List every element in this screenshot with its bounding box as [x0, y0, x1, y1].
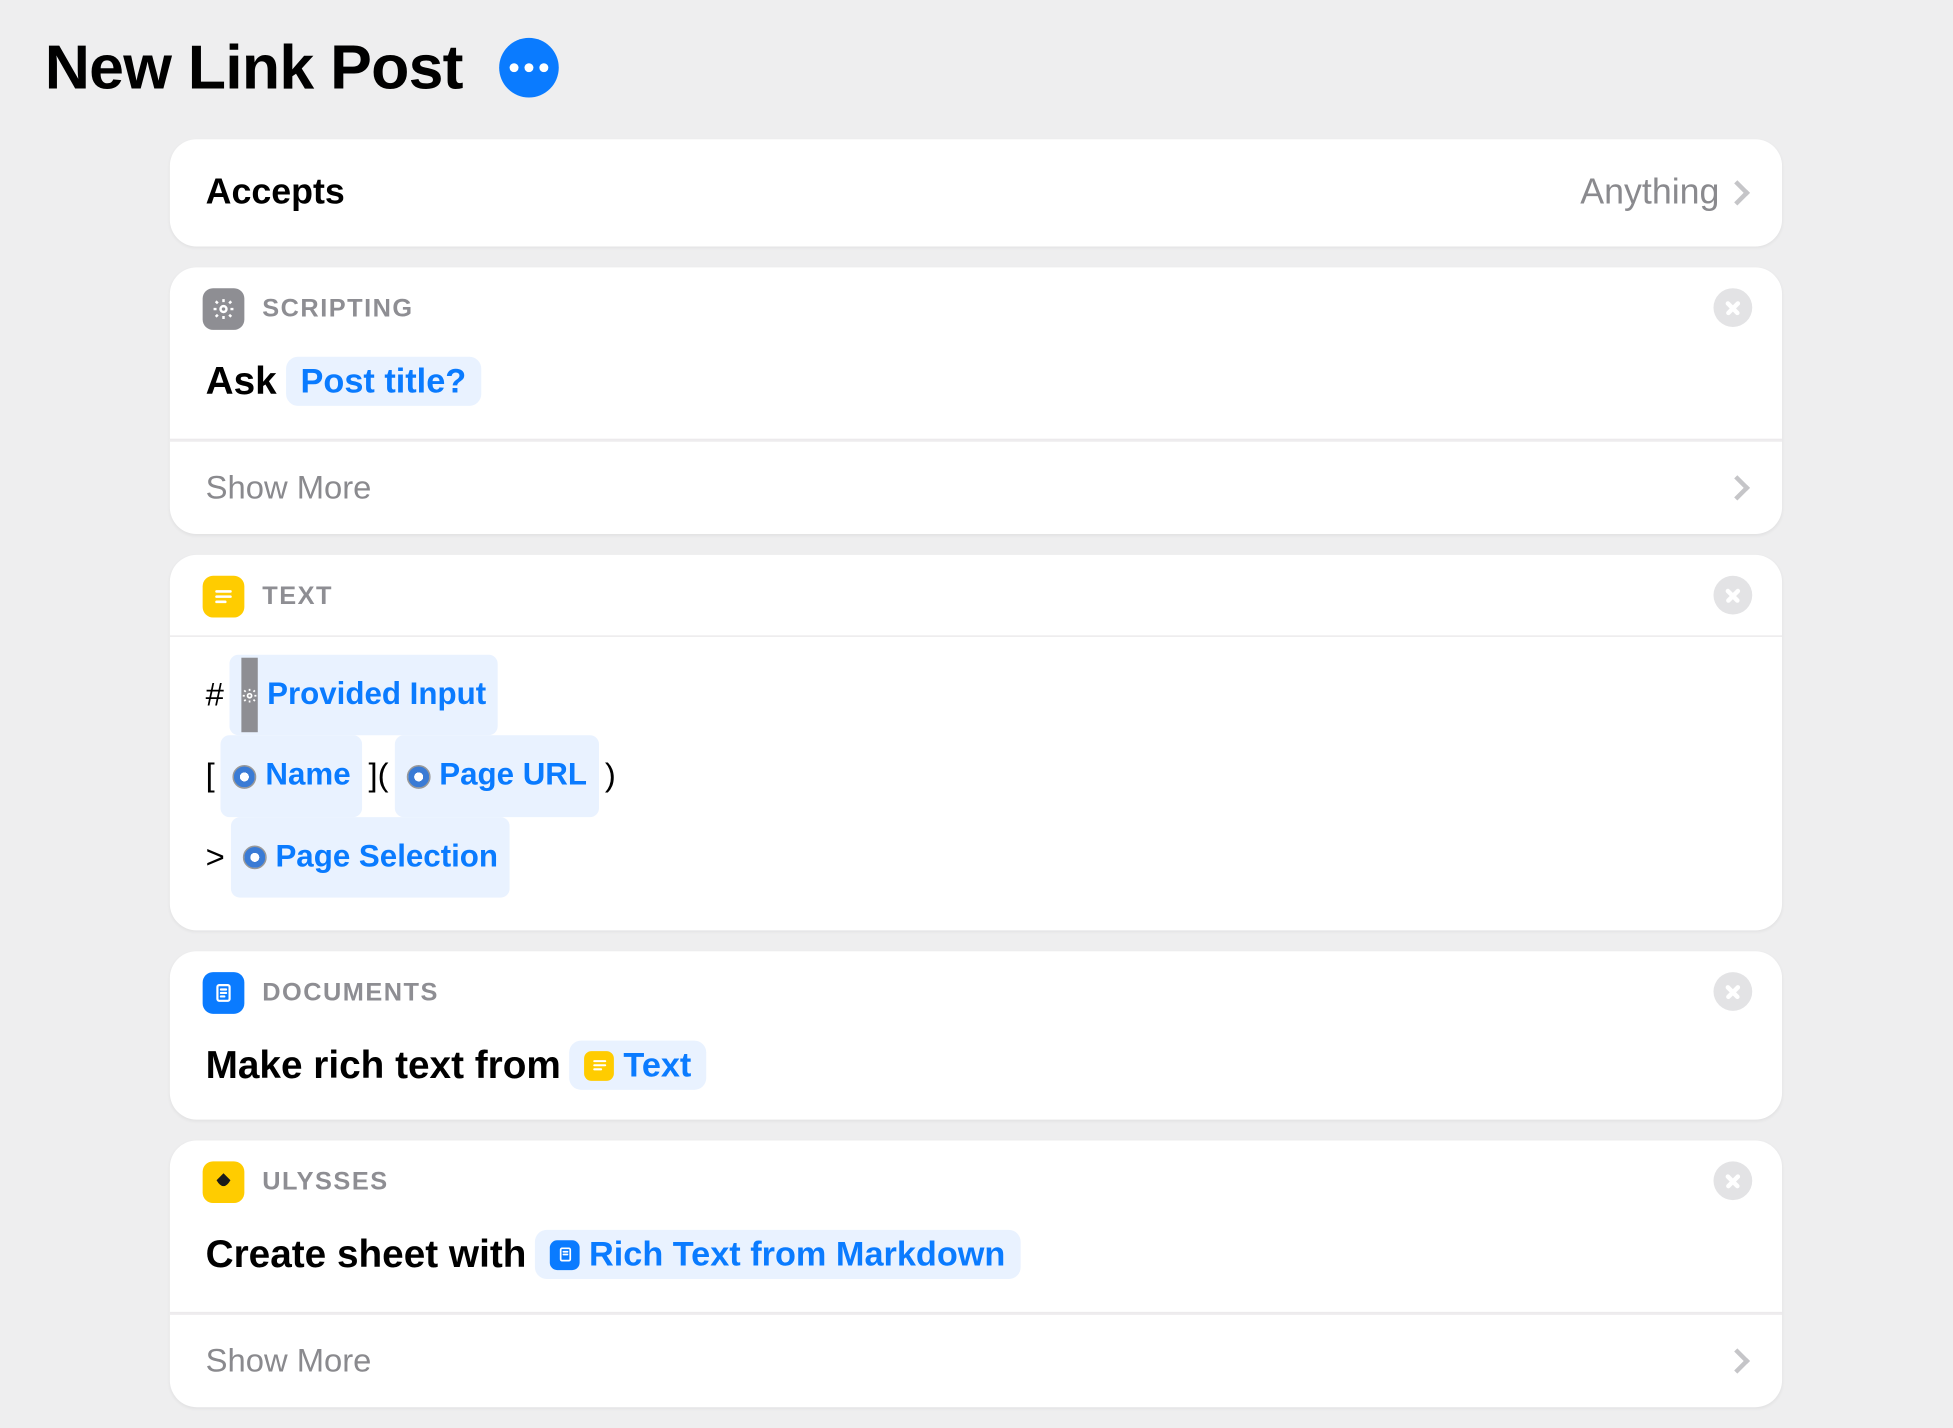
chevron-right-icon — [1725, 180, 1750, 205]
safari-icon — [243, 845, 267, 869]
parameter-pill[interactable]: Rich Text from Markdown — [535, 1230, 1020, 1279]
action-content[interactable]: Make rich text from Text — [170, 1032, 1782, 1120]
delete-action-button[interactable] — [1714, 288, 1753, 327]
action-card-documents: DOCUMENTS Make rich text from Text — [170, 952, 1782, 1120]
parameter-pill[interactable]: Text — [570, 1041, 706, 1090]
category-label: TEXT — [262, 582, 333, 612]
category-label: DOCUMENTS — [262, 978, 439, 1008]
action-content[interactable]: Create sheet with Rich Text from Markdow… — [170, 1221, 1782, 1313]
delete-action-button[interactable] — [1714, 1162, 1753, 1201]
show-more-button[interactable]: Show More — [170, 1314, 1782, 1408]
text-icon — [585, 1051, 615, 1081]
variable-pill[interactable]: Page URL — [395, 736, 599, 817]
accepts-card: Accepts Anything — [170, 139, 1782, 246]
action-prefix: Ask — [206, 358, 277, 404]
safari-icon — [233, 764, 257, 788]
text-line[interactable]: # Provided Input — [206, 655, 1747, 736]
delete-action-button[interactable] — [1714, 972, 1753, 1011]
safari-icon — [406, 764, 430, 788]
parameter-pill[interactable]: Post title? — [286, 357, 481, 406]
action-content[interactable]: Ask Post title? — [170, 348, 1782, 440]
action-prefix: Create sheet with — [206, 1232, 527, 1278]
show-more-button[interactable]: Show More — [170, 440, 1782, 534]
action-card-scripting: SCRIPTING Ask Post title? Show More — [170, 267, 1782, 534]
action-prefix: Make rich text from — [206, 1042, 561, 1088]
text-line[interactable]: [ Name ]( Page URL ) — [206, 736, 1747, 817]
category-label: SCRIPTING — [262, 294, 413, 324]
text-line[interactable]: > Page Selection — [206, 817, 1747, 898]
text-fragment: ]( — [369, 737, 389, 816]
text-fragment: [ — [206, 737, 215, 816]
action-card-text: TEXT # Provided Input[ Name ]( Page URL … — [170, 555, 1782, 931]
accepts-row[interactable]: Accepts Anything — [170, 139, 1782, 246]
text-action-body[interactable]: # Provided Input[ Name ]( Page URL )> Pa… — [170, 635, 1782, 930]
chevron-right-icon — [1725, 1349, 1750, 1374]
variable-pill[interactable]: Provided Input — [230, 655, 498, 736]
variable-pill[interactable]: Name — [221, 736, 363, 817]
variable-pill[interactable]: Page Selection — [231, 817, 510, 898]
text-icon — [203, 576, 245, 618]
shortcut-title: New Link Post — [45, 32, 463, 104]
ulysses-icon — [203, 1162, 245, 1204]
gear-icon — [203, 288, 245, 330]
delete-action-button[interactable] — [1714, 576, 1753, 615]
document-icon — [550, 1240, 580, 1270]
document-icon — [203, 972, 245, 1014]
text-fragment: ) — [605, 737, 616, 816]
category-label: ULYSSES — [262, 1168, 388, 1198]
gear-icon — [242, 658, 258, 733]
action-card-ulysses: ULYSSES Create sheet with Rich Text from… — [170, 1141, 1782, 1408]
text-fragment: # — [206, 656, 224, 735]
more-options-button[interactable] — [498, 38, 558, 98]
chevron-right-icon — [1725, 475, 1750, 500]
accepts-value: Anything — [1580, 172, 1719, 214]
accepts-label: Accepts — [206, 172, 345, 214]
text-fragment: > — [206, 818, 225, 897]
